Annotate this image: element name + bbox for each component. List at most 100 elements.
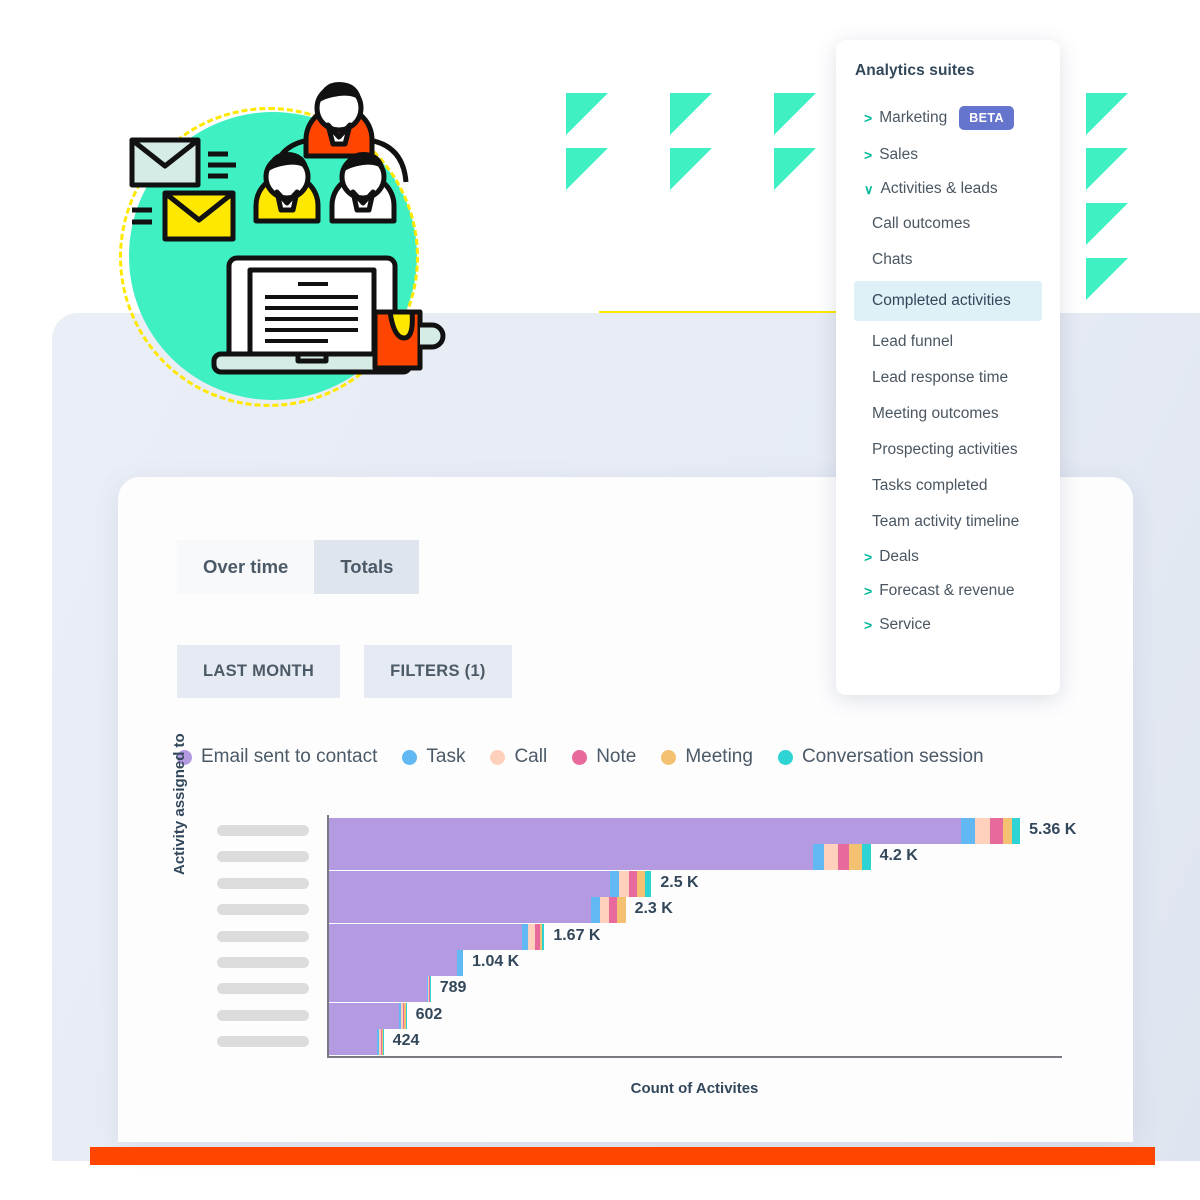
legend-item-conversation-session[interactable]: Conversation session	[777, 746, 984, 768]
legend-item-meeting[interactable]: Meeting	[661, 746, 753, 768]
menu-item-lead-funnel[interactable]: Lead funnel	[836, 324, 1060, 360]
bar-value-label: 424	[392, 1032, 420, 1050]
chart-bar-row: 5.36 K	[217, 818, 1076, 844]
bar-segment-email-sent-to-contact[interactable]	[329, 870, 611, 897]
bar-segment-task[interactable]	[812, 844, 825, 871]
bar-value-label: 1.04 K	[472, 953, 520, 970]
bar-segment-call[interactable]	[527, 923, 535, 950]
bar-value-label: 2.3 K	[634, 900, 673, 918]
stacked-bar[interactable]	[329, 1002, 407, 1029]
stacked-bar[interactable]	[329, 897, 626, 924]
bar-segment-meeting[interactable]	[616, 897, 626, 924]
bar-segment-meeting[interactable]	[849, 844, 862, 871]
menu-item-completed-activities[interactable]: Completed activities	[854, 281, 1042, 321]
chevron-right-icon: >	[864, 110, 873, 126]
category-name-placeholder	[217, 851, 309, 863]
tab-over-time[interactable]: Over time	[177, 540, 315, 594]
filters-button[interactable]: FILTERS (1)	[364, 645, 512, 698]
bar-segment-task[interactable]	[456, 950, 464, 976]
x-axis-label: Count of Activites	[630, 1080, 759, 1097]
legend-label: Task	[426, 746, 466, 767]
bar-segment-email-sent-to-contact[interactable]	[329, 844, 813, 871]
menu-group-sales[interactable]: > Sales	[836, 138, 1060, 172]
tab-totals[interactable]: Totals	[314, 540, 420, 594]
menu-item-team-activity-timeline[interactable]: Team activity timeline	[836, 504, 1060, 540]
y-axis-label: Activity assigned to	[171, 733, 188, 875]
bar-segment-email-sent-to-contact[interactable]	[329, 1002, 399, 1029]
bar-segment-conversation-session[interactable]	[1012, 818, 1021, 844]
bar-segment-email-sent-to-contact[interactable]	[329, 1029, 378, 1056]
bar-value-label: 2.5 K	[660, 873, 699, 891]
bar-segment-email-sent-to-contact[interactable]	[329, 923, 523, 950]
legend-item-email-sent-to-contact[interactable]: Email sent to contact	[177, 746, 377, 768]
stacked-bar[interactable]	[329, 950, 464, 976]
menu-title: Analytics suites	[855, 62, 975, 79]
bar-segment-email-sent-to-contact[interactable]	[329, 897, 591, 924]
stacked-bar[interactable]	[329, 1029, 384, 1056]
bar-segment-conversation-session[interactable]	[383, 1029, 384, 1056]
bar-segment-email-sent-to-contact[interactable]	[329, 950, 457, 976]
legend-label: Meeting	[685, 746, 753, 767]
stacked-bar[interactable]	[329, 818, 1021, 844]
bar-value-label: 1.67 K	[553, 926, 601, 944]
chart-bar-row: 1.67 K	[217, 923, 1062, 950]
chevron-right-icon: >	[864, 617, 873, 633]
stacked-bar[interactable]	[329, 976, 431, 1003]
chevron-right-icon: >	[864, 147, 873, 163]
bar-segment-email-sent-to-contact[interactable]	[329, 818, 961, 844]
legend-item-task[interactable]: Task	[402, 746, 465, 768]
bar-segment-note[interactable]	[990, 818, 1004, 844]
bar-segment-note[interactable]	[628, 870, 638, 897]
menu-group-service[interactable]: > Service	[836, 608, 1060, 642]
bar-segment-meeting[interactable]	[637, 870, 645, 897]
bar-segment-email-sent-to-contact[interactable]	[329, 976, 427, 1003]
menu-item-prospecting-activities[interactable]: Prospecting activities	[836, 432, 1060, 468]
bar-segment-task[interactable]	[610, 870, 620, 897]
category-name-placeholder	[217, 1036, 309, 1048]
legend-label: Call	[514, 746, 548, 767]
menu-group-deals[interactable]: > Deals	[836, 540, 1060, 574]
menu-group-marketing[interactable]: > Marketing BETA	[836, 98, 1060, 138]
menu-item-tasks-completed[interactable]: Tasks completed	[836, 468, 1060, 504]
legend-label: Conversation session	[801, 746, 984, 767]
menu-item-call-outcomes[interactable]: Call outcomes	[836, 206, 1060, 242]
bar-value-label: 4.2 K	[879, 847, 918, 865]
date-range-button[interactable]: LAST MONTH	[177, 645, 341, 698]
chart-bar-row: 424	[217, 1029, 1062, 1056]
menu-group-label: Sales	[879, 146, 918, 163]
category-name-placeholder	[217, 1009, 309, 1021]
legend-label: Note	[596, 746, 637, 767]
bar-segment-note[interactable]	[837, 844, 850, 871]
menu-group-label: Deals	[879, 548, 919, 565]
bar-segment-call[interactable]	[599, 897, 609, 924]
bar-segment-task[interactable]	[960, 818, 975, 844]
legend-item-call[interactable]: Call	[490, 746, 547, 768]
stacked-bar[interactable]	[329, 870, 652, 897]
bar-segment-conversation-session[interactable]	[644, 870, 652, 897]
bar-segment-call[interactable]	[824, 844, 838, 871]
bar-segment-task[interactable]	[590, 897, 600, 924]
screenshot-root: Over time Totals LAST MONTH FILTERS (1) …	[0, 0, 1200, 1200]
stacked-bar[interactable]	[329, 844, 871, 871]
category-name-placeholder	[217, 930, 309, 942]
legend-item-note[interactable]: Note	[572, 746, 636, 768]
menu-group-forecast-revenue[interactable]: > Forecast & revenue	[836, 574, 1060, 608]
menu-item-lead-response-time[interactable]: Lead response time	[836, 360, 1060, 396]
legend-color-dot	[572, 749, 588, 765]
bar-segment-conversation-session[interactable]	[861, 844, 871, 871]
bar-segment-conversation-session[interactable]	[542, 923, 545, 950]
menu-group-activities-leads[interactable]: ∨ Activities & leads	[836, 172, 1060, 206]
bar-segment-call[interactable]	[975, 818, 991, 844]
bar-segment-note[interactable]	[608, 897, 617, 924]
chart-bar-row: 1.04 K	[217, 950, 1062, 976]
bar-segment-meeting[interactable]	[1003, 818, 1013, 844]
menu-item-chats[interactable]: Chats	[836, 242, 1060, 278]
orange-accent-bar	[90, 1147, 1155, 1165]
bar-segment-conversation-session[interactable]	[405, 1002, 407, 1029]
chevron-right-icon: >	[864, 583, 873, 599]
triangle-decoration	[1086, 148, 1128, 190]
stacked-bar[interactable]	[329, 923, 545, 950]
bar-segment-call[interactable]	[619, 870, 629, 897]
category-name-placeholder	[217, 983, 309, 995]
menu-item-meeting-outcomes[interactable]: Meeting outcomes	[836, 396, 1060, 432]
